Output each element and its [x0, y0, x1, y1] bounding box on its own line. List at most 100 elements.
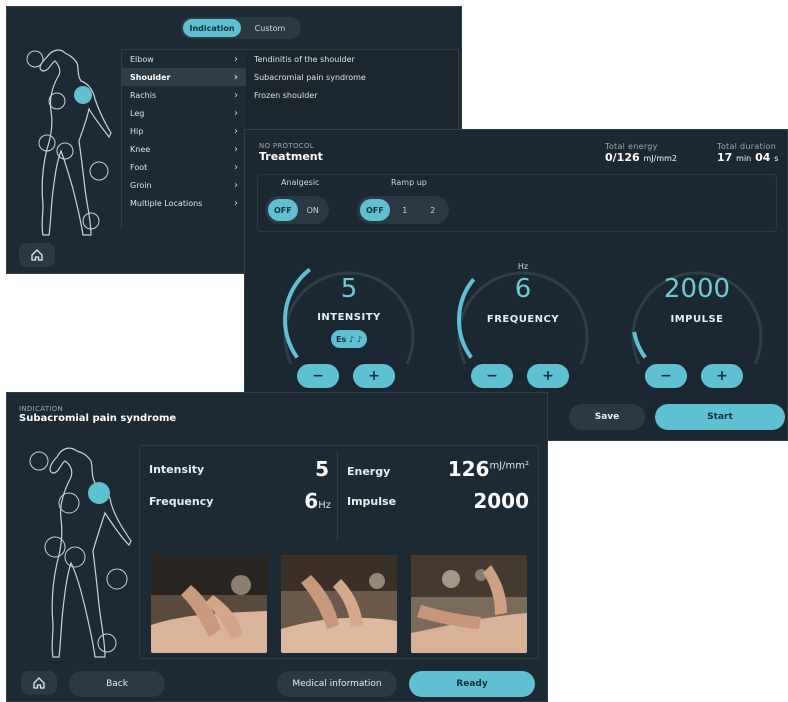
- settings-summary: Intensity 5 Frequency 6Hz Energy 126mJ/m…: [139, 449, 535, 545]
- impulse-value: 2000: [663, 274, 731, 304]
- ready-button[interactable]: Ready: [409, 671, 535, 697]
- rampup-1[interactable]: 1: [392, 199, 418, 221]
- duration-min: 17: [717, 151, 733, 164]
- location-item-foot[interactable]: Foot ›: [122, 158, 246, 176]
- indication-item[interactable]: Subacromial pain syndrome: [248, 68, 458, 86]
- intensity-label: Intensity: [149, 463, 205, 476]
- energy-value: 126: [447, 457, 490, 481]
- intensity-dial[interactable]: 5 INTENSITY Es ♪ ♪: [269, 236, 429, 366]
- header: INDICATION Subacromial pain syndrome: [19, 405, 176, 424]
- rampup-off[interactable]: OFF: [360, 199, 390, 221]
- location-label: Leg: [130, 108, 145, 118]
- frequency-unit: Hz: [318, 500, 331, 511]
- intensity-minus-button[interactable]: −: [297, 364, 339, 388]
- back-button[interactable]: Back: [69, 671, 165, 697]
- chevron-right-icon: ›: [233, 71, 238, 83]
- indication-item[interactable]: Frozen shoulder: [248, 86, 458, 104]
- analgesic-off[interactable]: OFF: [268, 199, 298, 221]
- shoulder-marker: [88, 482, 110, 504]
- frequency-minus-button[interactable]: −: [471, 364, 513, 388]
- energy-unit: mJ/mm²: [489, 460, 529, 472]
- protocol-label: NO PROTOCOL: [259, 142, 314, 150]
- home-icon: [31, 249, 43, 261]
- shoulder-marker: [74, 86, 92, 104]
- rampup-2[interactable]: 2: [420, 199, 446, 221]
- total-duration: Total duration 17 min 04 s: [717, 142, 778, 164]
- page-title: Treatment: [259, 150, 323, 163]
- home-button[interactable]: [21, 671, 57, 695]
- frequency-label: FREQUENCY: [486, 314, 560, 325]
- duration-sec: 04: [755, 151, 771, 164]
- home-button[interactable]: [19, 243, 55, 267]
- location-label: Elbow: [130, 54, 154, 64]
- medical-information-button[interactable]: Medical information: [277, 671, 397, 697]
- total-duration-label: Total duration: [717, 142, 777, 151]
- location-label: Groin: [130, 180, 152, 190]
- impulse-dial[interactable]: 2000 IMPULSE: [617, 236, 777, 366]
- frequency-plus-button[interactable]: +: [527, 364, 569, 388]
- frequency-unit: Hz: [517, 262, 529, 271]
- location-item-groin[interactable]: Groin ›: [122, 176, 246, 194]
- location-label: Knee: [130, 144, 151, 154]
- indication-label: INDICATION: [19, 405, 63, 413]
- impulse-label: Impulse: [347, 495, 397, 508]
- header-left: NO PROTOCOL Treatment: [259, 142, 323, 163]
- impulse-value: 2000: [473, 489, 529, 513]
- chevron-right-icon: ›: [234, 197, 238, 209]
- indication-list: Tendinitis of the shoulder Subacromial p…: [248, 50, 458, 104]
- chevron-right-icon: ›: [234, 107, 238, 119]
- body-figure[interactable]: [25, 441, 135, 663]
- frequency-label: Frequency: [149, 495, 214, 508]
- chevron-right-icon: ›: [234, 53, 238, 65]
- chevron-right-icon: ›: [234, 179, 238, 191]
- total-energy-unit: mJ/mm2: [643, 154, 678, 163]
- total-energy-label: Total energy: [605, 142, 658, 151]
- impulse-plus-button[interactable]: +: [701, 364, 743, 388]
- home-icon: [33, 677, 45, 689]
- location-label: Shoulder: [130, 72, 171, 82]
- location-item-shoulder[interactable]: Shoulder ›: [122, 68, 246, 86]
- intensity-value: 5: [340, 274, 358, 304]
- chevron-right-icon: ›: [234, 143, 238, 155]
- tab-custom[interactable]: Custom: [241, 19, 299, 37]
- analgesic-on[interactable]: ON: [300, 199, 326, 221]
- start-button[interactable]: Start: [655, 404, 785, 430]
- intensity-label: INTENSITY: [317, 312, 381, 323]
- treatment-photo-2: [281, 555, 397, 653]
- analgesic-toggle: OFF ON: [265, 196, 329, 224]
- location-list: Elbow › Shoulder › Rachis › Leg › Hip › Knee ›…: [122, 50, 246, 230]
- location-item-rachis[interactable]: Rachis ›: [122, 86, 246, 104]
- intensity-value: 5: [315, 457, 329, 481]
- chevron-right-icon: ›: [234, 125, 238, 137]
- chevron-right-icon: ›: [234, 161, 238, 173]
- frequency-value: 6: [514, 274, 532, 304]
- tab-indication[interactable]: Indication: [183, 19, 241, 37]
- location-label: Hip: [130, 126, 144, 136]
- frequency-value: 6: [304, 489, 319, 513]
- location-label: Multiple Locations: [130, 198, 203, 208]
- rampup-label: Ramp up: [391, 178, 427, 187]
- location-label: Rachis: [130, 90, 157, 100]
- indication-item[interactable]: Tendinitis of the shoulder: [248, 50, 458, 68]
- duration-min-unit: min: [736, 154, 752, 163]
- es-mode-badge[interactable]: Es ♪ ♪: [331, 330, 367, 348]
- frequency-dial[interactable]: Hz 6 FREQUENCY: [443, 236, 603, 366]
- body-figure[interactable]: [21, 45, 113, 241]
- location-item-leg[interactable]: Leg ›: [122, 104, 246, 122]
- save-button[interactable]: Save: [569, 404, 645, 430]
- location-item-hip[interactable]: Hip ›: [122, 122, 246, 140]
- mode-tabs: Indication Custom: [181, 17, 301, 39]
- duration-sec-unit: s: [774, 154, 779, 163]
- impulse-minus-button[interactable]: −: [645, 364, 687, 388]
- total-energy: Total energy 0/126 mJ/mm2: [605, 142, 677, 164]
- location-item-elbow[interactable]: Elbow ›: [122, 50, 246, 68]
- energy-label: Energy: [347, 465, 391, 478]
- options-box: [257, 174, 777, 232]
- chevron-right-icon: ›: [234, 89, 238, 101]
- intensity-plus-button[interactable]: +: [353, 364, 395, 388]
- location-item-knee[interactable]: Knee ›: [122, 140, 246, 158]
- impulse-label: IMPULSE: [670, 314, 724, 325]
- location-item-multiple[interactable]: Multiple Locations ›: [122, 194, 246, 212]
- indication-summary-screen: INDICATION Subacromial pain syndrome Int…: [6, 392, 548, 702]
- treatment-photo-1: [151, 555, 267, 653]
